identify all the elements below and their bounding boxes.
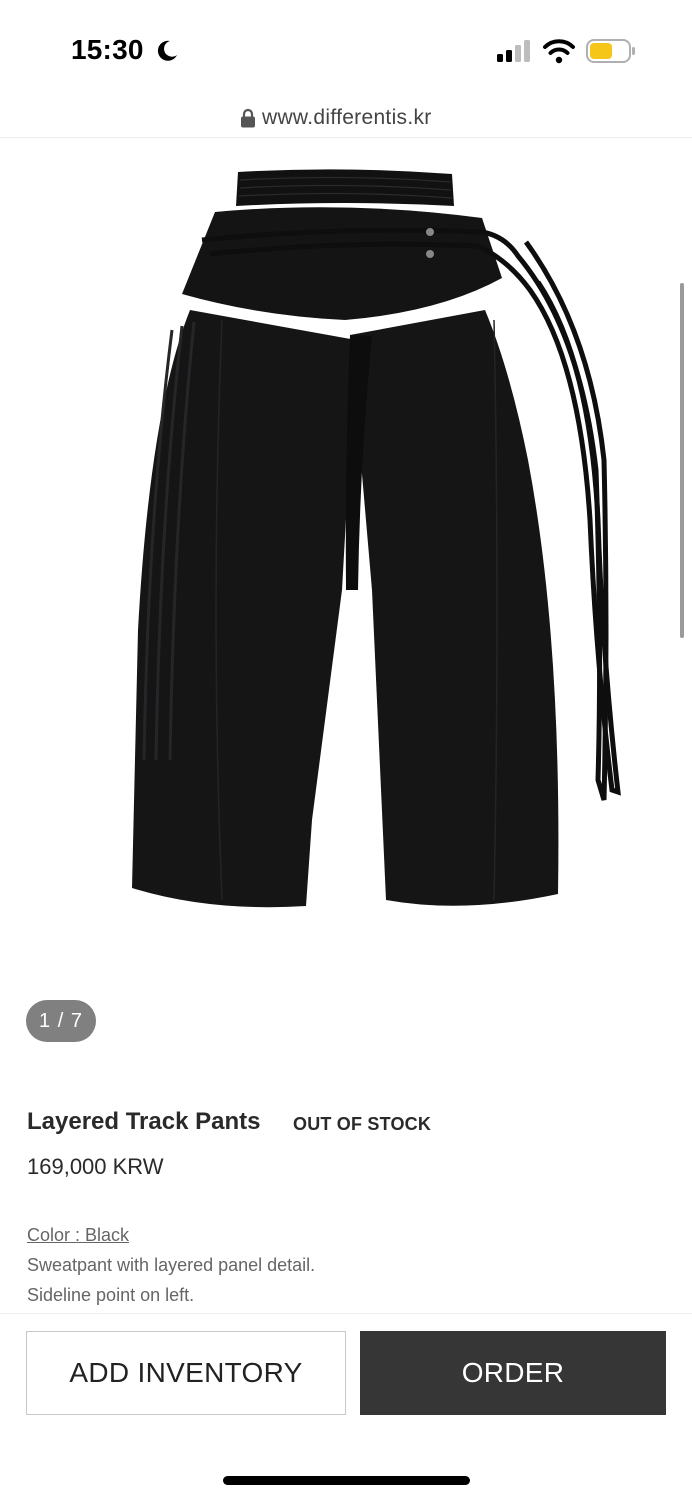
order-button[interactable]: ORDER	[360, 1331, 666, 1415]
scroll-indicator[interactable]	[680, 283, 684, 638]
lock-icon	[241, 108, 255, 128]
address-bar[interactable]: www.differentis.kr	[0, 100, 692, 138]
add-inventory-button[interactable]: ADD INVENTORY	[26, 1331, 346, 1415]
moon-icon	[157, 40, 177, 61]
left-leg	[132, 310, 356, 908]
status-time: 15:30	[71, 34, 144, 65]
stock-status-badge: OUT OF STOCK	[293, 1114, 432, 1134]
product-title: Layered Track Pants	[27, 1108, 261, 1135]
right-leg	[350, 310, 559, 906]
status-bar: 15:30	[0, 0, 692, 100]
layered-panel	[182, 207, 502, 320]
wifi-icon	[543, 39, 575, 64]
image-pager-badge: 1 / 7	[26, 1000, 96, 1042]
description-line: Sweatpant with layered panel detail.	[27, 1255, 316, 1275]
description-line: Sideline point on left.	[27, 1285, 195, 1305]
cellular-signal-icon	[497, 40, 530, 62]
product-price: 169,000 KRW	[27, 1154, 164, 1179]
home-indicator[interactable]	[223, 1476, 470, 1485]
battery-icon	[586, 39, 635, 63]
color-option-link[interactable]: Color : Black	[27, 1225, 129, 1246]
product-photo[interactable]	[110, 160, 650, 920]
url-text: www.differentis.kr	[262, 106, 432, 129]
